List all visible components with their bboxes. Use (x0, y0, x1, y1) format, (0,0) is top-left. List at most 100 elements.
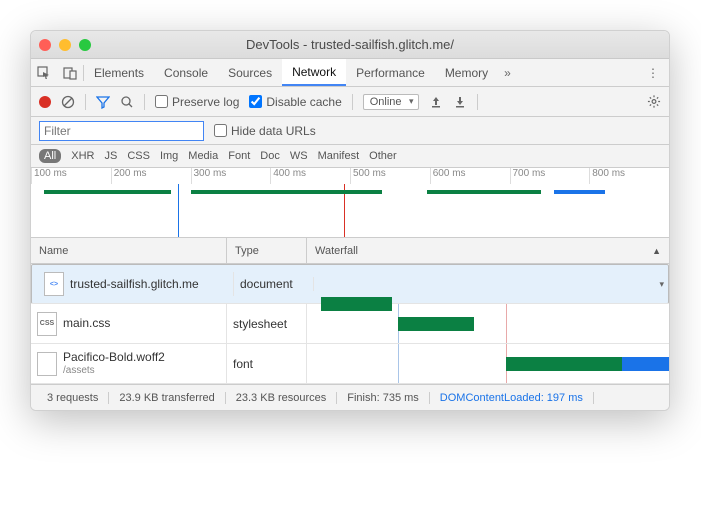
table-header: Name Type Waterfall ▲ (31, 238, 669, 264)
filter-bar: Hide data URLs (31, 117, 669, 145)
preserve-log-input[interactable] (155, 95, 168, 108)
request-name: trusted-sailfish.glitch.me (70, 277, 199, 291)
status-requests: 3 requests (37, 392, 109, 404)
type-filter-xhr[interactable]: XHR (71, 150, 94, 162)
type-filter-manifest[interactable]: Manifest (318, 150, 360, 162)
overview-timeline[interactable]: 100 ms200 ms300 ms400 ms500 ms600 ms700 … (31, 168, 669, 238)
file-icon: CSS (37, 312, 57, 336)
hide-data-urls-label: Hide data URLs (231, 124, 316, 138)
disable-cache-label: Disable cache (266, 95, 341, 109)
tab-console[interactable]: Console (154, 59, 218, 86)
table-row[interactable]: Pacifico-Bold.woff2/assets font (31, 344, 669, 384)
waterfall-bar (506, 357, 622, 371)
separator (144, 94, 145, 110)
throttle-value: Online (370, 96, 402, 108)
timeline-tick: 600 ms (430, 168, 510, 184)
col-waterfall[interactable]: Waterfall ▲ (307, 238, 669, 263)
type-filter-font[interactable]: Font (228, 150, 250, 162)
col-name[interactable]: Name (31, 238, 227, 263)
request-type: font (227, 344, 307, 383)
request-name: main.css (63, 316, 110, 330)
status-dcl: DOMContentLoaded: 197 ms (430, 392, 594, 404)
status-finish: Finish: 735 ms (337, 392, 430, 404)
titlebar: DevTools - trusted-sailfish.glitch.me/ (31, 31, 669, 59)
search-icon[interactable] (120, 95, 134, 109)
waterfall-cell (307, 304, 669, 343)
status-bar: 3 requests 23.9 KB transferred 23.3 KB r… (31, 384, 669, 410)
timeline-marker (178, 184, 179, 237)
sort-arrow-icon: ▲ (652, 246, 661, 256)
tab-performance[interactable]: Performance (346, 59, 435, 86)
preserve-log-checkbox[interactable]: Preserve log (155, 95, 239, 109)
timeline-tick: 200 ms (111, 168, 191, 184)
timeline-body (31, 184, 669, 237)
panel-tabs: ElementsConsoleSourcesNetworkPerformance… (31, 59, 669, 87)
more-tabs-icon[interactable]: » (504, 66, 511, 80)
separator (477, 94, 478, 110)
hide-data-urls-input[interactable] (214, 124, 227, 137)
timeline-tick: 100 ms (31, 168, 111, 184)
request-name: Pacifico-Bold.woff2 (63, 350, 165, 364)
clear-icon[interactable] (61, 95, 75, 109)
request-type: stylesheet (227, 304, 307, 343)
device-icon[interactable] (57, 66, 83, 80)
upload-icon[interactable] (429, 95, 443, 109)
waterfall-marker (506, 304, 507, 343)
request-path: /assets (63, 365, 165, 377)
timeline-ticks: 100 ms200 ms300 ms400 ms500 ms600 ms700 … (31, 168, 669, 184)
type-filter-media[interactable]: Media (188, 150, 218, 162)
timeline-tick: 400 ms (270, 168, 350, 184)
col-type[interactable]: Type (227, 238, 307, 263)
type-filters: All XHR JS CSS Img Media Font Doc WS Manifest Othe… (31, 145, 669, 168)
window-title: DevTools - trusted-sailfish.glitch.me/ (31, 37, 669, 52)
request-type: document (234, 277, 314, 291)
timeline-bar (191, 190, 382, 194)
timeline-bar (554, 190, 605, 194)
devtools-window: DevTools - trusted-sailfish.glitch.me/ E… (30, 30, 670, 411)
tab-elements[interactable]: Elements (84, 59, 154, 86)
status-transferred: 23.9 KB transferred (109, 392, 225, 404)
timeline-bar (427, 190, 542, 194)
filter-input[interactable] (39, 121, 204, 141)
timeline-tick: 300 ms (191, 168, 271, 184)
type-filter-doc[interactable]: Doc (260, 150, 280, 162)
maximize-button[interactable] (79, 39, 91, 51)
traffic-lights (39, 39, 91, 51)
file-icon (37, 352, 57, 376)
separator (85, 94, 86, 110)
filter-icon[interactable] (96, 95, 110, 109)
tab-network[interactable]: Network (282, 59, 346, 86)
type-filter-js[interactable]: JS (104, 150, 117, 162)
request-table: <> trusted-sailfish.glitch.me document CSS m… (31, 264, 669, 384)
preserve-log-label: Preserve log (172, 95, 239, 109)
type-filter-other[interactable]: Other (369, 150, 397, 162)
inspect-icon[interactable] (31, 66, 57, 80)
table-row[interactable]: CSS main.css stylesheet (31, 304, 669, 344)
download-icon[interactable] (453, 95, 467, 109)
throttle-select[interactable]: Online (363, 94, 419, 110)
minimize-button[interactable] (59, 39, 71, 51)
type-filter-all[interactable]: All (39, 149, 61, 163)
record-button[interactable] (39, 96, 51, 108)
disable-cache-checkbox[interactable]: Disable cache (249, 95, 341, 109)
status-resources: 23.3 KB resources (226, 392, 338, 404)
separator (352, 94, 353, 110)
waterfall-bar (398, 317, 474, 331)
type-filter-img[interactable]: Img (160, 150, 178, 162)
timeline-tick: 500 ms (350, 168, 430, 184)
type-filter-ws[interactable]: WS (290, 150, 308, 162)
waterfall-bar (622, 357, 669, 371)
close-button[interactable] (39, 39, 51, 51)
settings-icon[interactable] (647, 95, 661, 109)
type-filter-css[interactable]: CSS (127, 150, 150, 162)
disable-cache-input[interactable] (249, 95, 262, 108)
table-row[interactable]: <> trusted-sailfish.glitch.me document (31, 264, 669, 304)
tab-sources[interactable]: Sources (218, 59, 282, 86)
timeline-bar (44, 190, 172, 194)
timeline-tick: 700 ms (510, 168, 590, 184)
timeline-tick: 800 ms (589, 168, 669, 184)
file-icon: <> (44, 272, 64, 296)
kebab-menu-icon[interactable]: ⋮ (647, 66, 659, 80)
hide-data-urls-checkbox[interactable]: Hide data URLs (214, 124, 316, 138)
tab-memory[interactable]: Memory (435, 59, 498, 86)
